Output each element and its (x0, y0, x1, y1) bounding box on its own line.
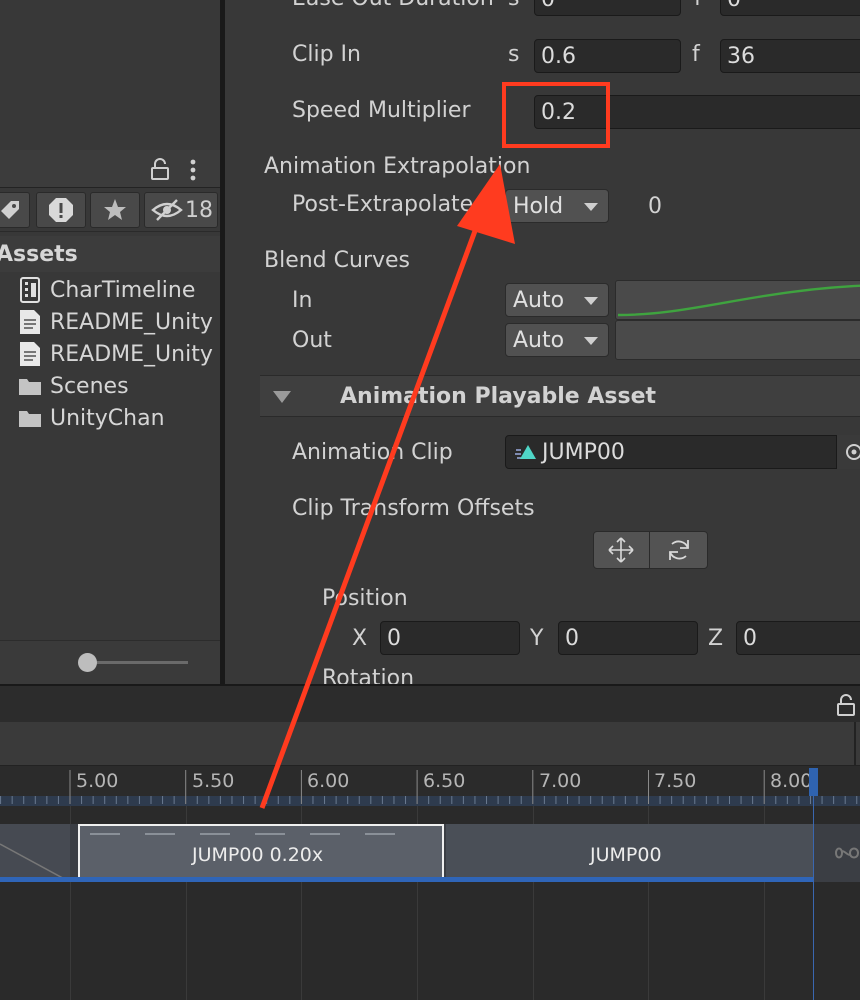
annotation-arrow (259, 164, 515, 809)
